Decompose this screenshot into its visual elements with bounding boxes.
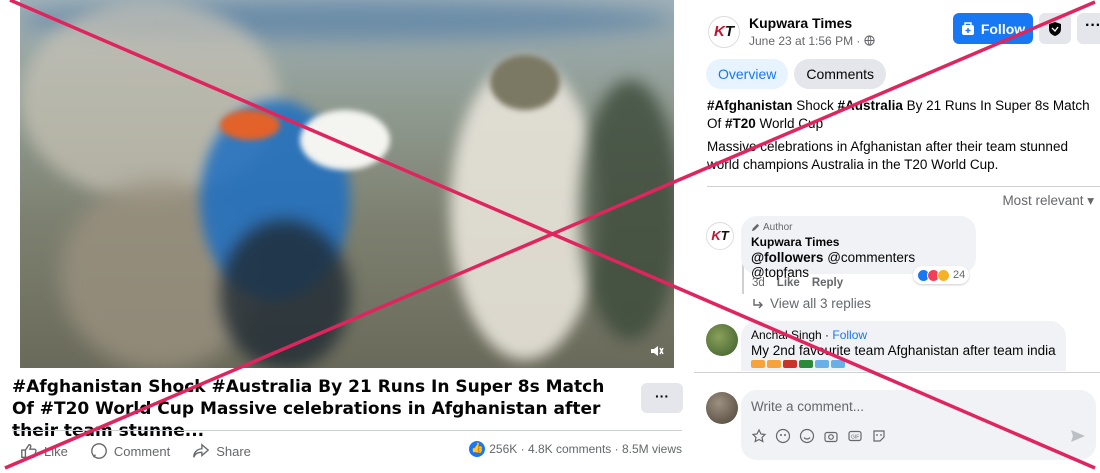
emoji-icon[interactable] <box>799 428 815 444</box>
camera-icon[interactable] <box>823 428 839 444</box>
author-badge-label: Author <box>763 222 793 233</box>
comment-text: My 2nd favourite team Afghanistan after … <box>751 343 1056 358</box>
comment-placeholder: Write a comment... <box>751 399 865 414</box>
flag-emoji-row <box>751 360 1056 368</box>
divider <box>707 186 1100 187</box>
avatar-sticker-icon[interactable] <box>751 428 767 444</box>
comment-button[interactable]: Comment <box>90 442 170 460</box>
commenter-avatar[interactable]: KT <box>706 222 734 250</box>
headline-text: Shock <box>792 98 838 113</box>
sticker-icon[interactable] <box>871 428 887 444</box>
page: #Afghanistan Shock #Australia By 21 Runs… <box>0 0 1100 473</box>
comment-tools: GIF <box>751 428 887 444</box>
post-title: #Afghanistan Shock #Australia By 21 Runs… <box>12 377 605 441</box>
commenter-header: Anchal Singh · Follow <box>751 328 1056 342</box>
logo-letter-t: T <box>724 23 734 40</box>
follow-button[interactable]: Follow <box>953 13 1033 44</box>
comment-time[interactable]: 3d <box>752 277 765 289</box>
post-panel: KT Kupwara Times June 23 at 1:56 PM · Fo… <box>694 0 1100 473</box>
follow-label: Follow <box>980 20 1026 37</box>
hashtag-t20[interactable]: #T20 <box>725 116 756 131</box>
gif-icon[interactable]: GIF <box>847 428 863 444</box>
view-replies-link[interactable]: View all 3 replies <box>752 296 871 311</box>
comment-actions: 3d Like Reply <box>752 277 843 289</box>
logo-letter-k: K <box>713 23 725 40</box>
comment-reply-button[interactable]: Reply <box>812 277 843 289</box>
mention-followers[interactable]: @followers <box>751 250 823 265</box>
author-badge: Author <box>751 222 966 233</box>
share-label: Share <box>216 443 251 459</box>
hashtag-afghanistan[interactable]: #Afghanistan <box>707 98 793 113</box>
comment-bubble: Anchal Singh · Follow My 2nd favourite t… <box>741 321 1066 371</box>
comment-input[interactable]: Write a comment... GIF <box>741 390 1096 460</box>
commenter-avatar[interactable] <box>706 324 738 356</box>
post-menu-button[interactable]: ··· <box>1077 13 1100 44</box>
like-button[interactable]: Like <box>20 442 68 460</box>
commenter-name[interactable]: Kupwara Times <box>751 235 966 249</box>
post-actions: Like Comment Share <box>20 440 273 462</box>
share-arrow-icon <box>193 443 210 458</box>
reaction-count: 24 <box>953 269 966 281</box>
globe-icon <box>864 35 875 46</box>
post-headline: #Afghanistan Shock #Australia By 21 Runs… <box>707 97 1100 133</box>
comment-sort-dropdown[interactable]: Most relevant ▾ <box>1002 193 1094 209</box>
view-replies-label: View all 3 replies <box>770 296 872 311</box>
logo-letter-k: K <box>711 228 721 243</box>
share-button[interactable]: Share <box>192 442 251 460</box>
pencil-icon <box>751 223 760 232</box>
comment-label: Comment <box>113 443 171 459</box>
post-timestamp[interactable]: June 23 at 1:56 PM · <box>749 34 864 48</box>
page-name[interactable]: Kupwara Times <box>749 15 852 31</box>
comment-reactions[interactable]: 24 <box>913 266 970 284</box>
post-meta: June 23 at 1:56 PM · <box>749 34 875 48</box>
speaker-muted-icon[interactable] <box>650 344 664 358</box>
name-separator: · <box>821 328 833 342</box>
hashtag-australia[interactable]: #Australia <box>838 98 903 113</box>
thumbs-up-icon <box>21 444 37 458</box>
video-player[interactable] <box>20 0 674 368</box>
logo-letter-t: T <box>720 228 729 243</box>
page-avatar[interactable]: KT <box>708 16 740 48</box>
reply-arrow-icon <box>753 298 763 308</box>
more-options-button[interactable]: ··· <box>641 383 683 413</box>
divider <box>12 430 682 431</box>
commenter-name[interactable]: Anchal Singh <box>751 328 822 342</box>
shield-button[interactable] <box>1039 13 1071 44</box>
follow-link[interactable]: Follow <box>832 328 867 342</box>
send-icon[interactable] <box>1070 428 1086 449</box>
comment-bubble-icon <box>90 443 107 459</box>
stats-text: 256K · 4.8K comments · 8.5M views <box>489 442 682 456</box>
user-avatar[interactable] <box>706 392 738 424</box>
panel-tabs: Overview Comments <box>706 59 887 89</box>
tab-overview[interactable]: Overview <box>706 59 789 89</box>
avatar-icon[interactable] <box>775 428 791 444</box>
like-label: Like <box>44 443 68 459</box>
divider <box>694 372 1100 373</box>
comment-like-button[interactable]: Like <box>777 277 800 289</box>
tab-comments[interactable]: Comments <box>794 59 887 89</box>
shield-icon <box>1049 21 1061 36</box>
post-stats[interactable]: 👍 256K · 4.8K comments · 8.5M views <box>469 441 682 457</box>
like-reaction-icon: 👍 <box>469 441 486 457</box>
svg-text:GIF: GIF <box>851 435 859 441</box>
follow-page-icon <box>961 21 974 35</box>
post-description: Massive celebrations in Afghanistan afte… <box>707 139 1068 172</box>
headline-text: World Cup <box>755 116 824 131</box>
video-post-area: #Afghanistan Shock #Australia By 21 Runs… <box>0 0 694 473</box>
haha-reaction-icon <box>937 268 950 282</box>
